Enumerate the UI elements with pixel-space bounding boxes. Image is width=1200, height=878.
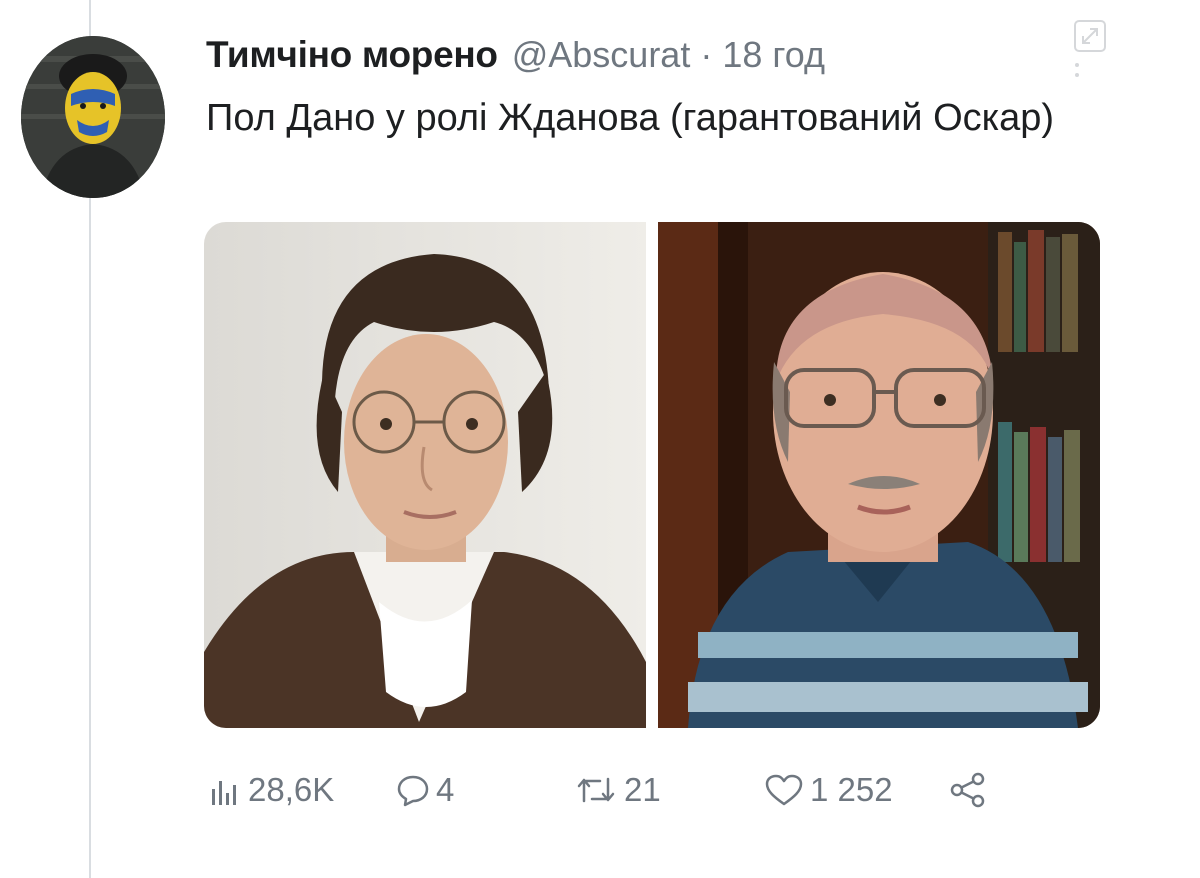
tweet-text: Пол Дано у ролі Жданова (гарантований Ос…	[206, 97, 1055, 139]
user-handle[interactable]: @Abscurat	[512, 34, 691, 76]
like-count: 1 252	[810, 771, 893, 808]
retweet-count: 21	[624, 771, 661, 808]
display-name[interactable]: Тимчіно морено	[206, 34, 498, 76]
separator-dot: ·	[700, 34, 713, 75]
share-icon	[948, 772, 988, 808]
retweet-button[interactable]: 21	[574, 762, 661, 818]
avatar[interactable]	[21, 36, 165, 198]
reply-button[interactable]: 4	[396, 762, 454, 818]
heart-icon	[764, 773, 804, 807]
reply-count: 4	[436, 771, 455, 808]
media-image-right[interactable]	[658, 222, 1100, 728]
retweet-icon	[574, 773, 618, 807]
views-count: 28,6K	[248, 771, 335, 808]
share-button[interactable]	[948, 762, 994, 818]
more-options-icon[interactable]	[1072, 62, 1082, 78]
views-button[interactable]: 28,6K	[208, 762, 334, 818]
tweet-card: Тимчіно морено @Abscurat · 18 год Пол Да…	[0, 0, 1200, 878]
like-button[interactable]: 1 252	[764, 762, 893, 818]
expand-icon[interactable]	[1068, 14, 1112, 58]
action-bar: 28,6K 4 21 1 252	[208, 762, 1008, 818]
media-image-left[interactable]	[204, 222, 646, 728]
timestamp[interactable]: 18 год	[722, 34, 825, 76]
media-grid	[204, 222, 1100, 728]
reply-bubble-icon	[396, 773, 430, 807]
views-chart-icon	[208, 773, 242, 807]
tweet-header: Тимчіно морено @Abscurat · 18 год	[206, 34, 825, 84]
